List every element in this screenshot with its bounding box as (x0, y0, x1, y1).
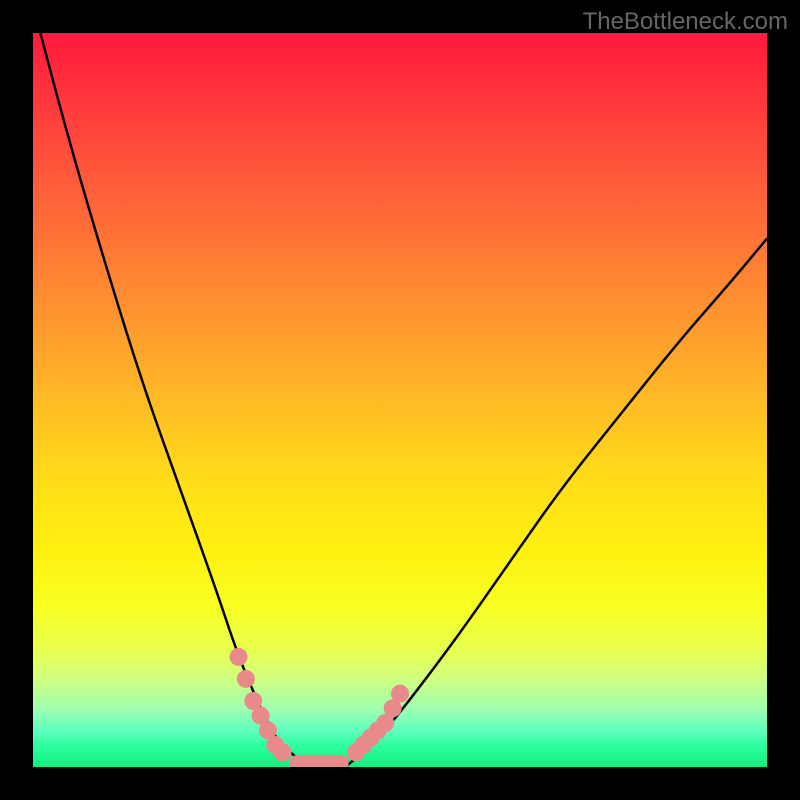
right-curve-line (345, 239, 767, 767)
marker-dot (274, 743, 292, 761)
marker-dot (230, 648, 248, 666)
left-marker-cluster (230, 648, 292, 761)
right-marker-cluster (347, 685, 409, 762)
marker-dot (237, 670, 255, 688)
chart-svg (33, 33, 767, 767)
watermark-text: TheBottleneck.com (583, 8, 788, 36)
marker-dot (391, 685, 409, 703)
left-curve-line (40, 33, 308, 767)
chart-plot-area (33, 33, 767, 767)
bottom-marker-bar (290, 755, 349, 767)
